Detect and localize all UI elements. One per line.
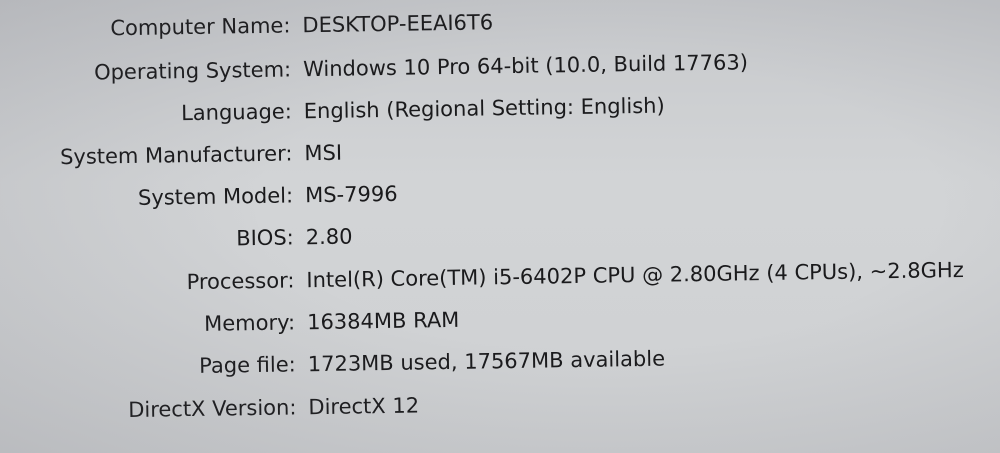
processor-label: Processor: [186,268,295,295]
system-manufacturer-label: System Manufacturer: [59,141,293,170]
operating-system-label: Operating System: [93,57,292,85]
language-value: English (Regional Setting: English) [303,93,665,124]
computer-name-label: Computer Name: [110,13,291,41]
memory-value: 16384MB RAM [306,307,460,335]
computer-name-value: DESKTOP-EEAI6T6 [302,10,494,38]
system-model-label: System Model: [137,183,294,210]
language-label: Language: [180,99,292,126]
directx-version-label: DirectX Version: [128,395,297,423]
bios-value: 2.80 [305,224,353,250]
system-manufacturer-value: MSI [304,140,343,166]
memory-label: Memory: [203,310,296,336]
system-model-value: MS-7996 [304,181,398,208]
directx-version-value: DirectX 12 [308,393,420,420]
page-file-value: 1723MB used, 17567MB available [307,346,666,377]
bios-label: BIOS: [236,225,294,251]
system-information-panel: Computer Name: DESKTOP-EEAI6T6 Operating… [0,0,1000,453]
page-file-label: Page file: [199,352,296,378]
operating-system-value: Windows 10 Pro 64-bit (10.0, Build 17763… [302,50,749,82]
